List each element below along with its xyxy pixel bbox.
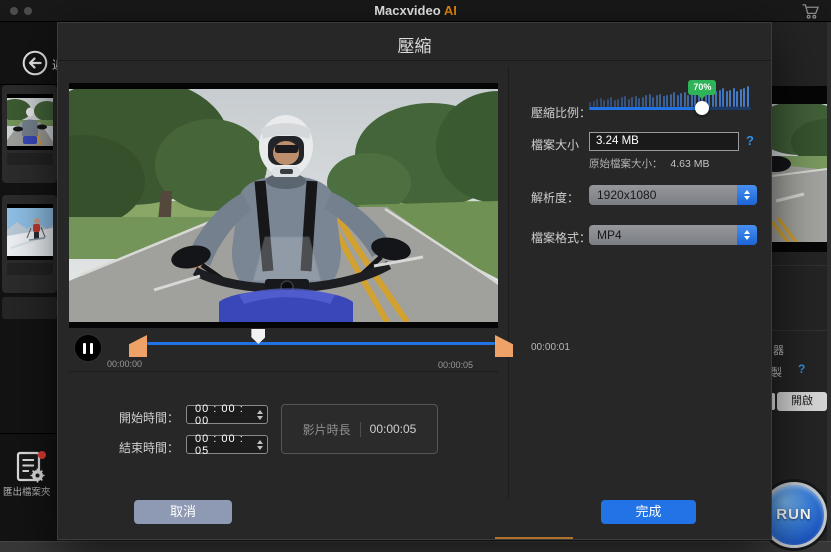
resolution-label: 解析度：: [531, 189, 579, 206]
end-time-value: 00 : 00 : 05: [195, 433, 257, 457]
dialog-column-divider: [508, 67, 509, 499]
panel-divider: [772, 330, 828, 331]
resolution-value: 1920x1080: [589, 188, 656, 202]
original-size-value: 4.63 MB: [670, 158, 709, 170]
bottom-bar: [0, 541, 831, 552]
duration-value: 00:00:05: [370, 422, 417, 436]
file-size-label: 檔案大小: [531, 136, 579, 153]
compress-dialog: 壓縮: [57, 22, 772, 540]
help-icon[interactable]: ?: [798, 362, 805, 376]
slider-track[interactable]: [589, 107, 751, 110]
start-time-label: 開始時間：: [119, 409, 179, 426]
slider-ticks: [589, 87, 755, 107]
back-button[interactable]: [22, 50, 48, 76]
thumbnail-partial-card: [2, 297, 57, 319]
cancel-button[interactable]: 取消: [134, 500, 232, 524]
start-time-value: 00 : 00 : 00: [195, 403, 257, 427]
thumbnail-info-strip: [7, 153, 53, 165]
progress-accent-line: [495, 537, 573, 539]
trim-end-handle[interactable]: [495, 335, 513, 357]
file-size-input[interactable]: 3.24 MB: [589, 132, 739, 151]
end-time-stepper[interactable]: 00 : 00 : 05: [186, 435, 268, 454]
done-button[interactable]: 完成: [601, 500, 696, 524]
video-thumbnail-motorcycle[interactable]: [2, 85, 57, 183]
trim-end-time: 00:00:05: [438, 360, 473, 370]
thumbnail-info-strip: [7, 263, 53, 275]
settings-fragment-top: 器: [773, 342, 784, 358]
pause-icon: [83, 343, 86, 354]
pause-icon: [90, 343, 93, 354]
timeline-track[interactable]: [147, 329, 495, 357]
slider-thumb[interactable]: [695, 101, 709, 115]
video-thumbnail-ski[interactable]: [2, 195, 57, 293]
timeline-progress: [147, 342, 495, 345]
window-edge: [827, 22, 831, 541]
slider-fill: [589, 107, 702, 110]
dialog-title: 壓縮: [58, 32, 771, 57]
current-time: 00:00:01: [531, 342, 570, 353]
original-size-label: 原始檔案大小：: [589, 158, 663, 170]
app-title-text: Macxvideo: [374, 3, 440, 18]
original-size-line: 原始檔案大小： 4.63 MB: [589, 156, 710, 171]
start-time-stepper[interactable]: 00 : 00 : 00: [186, 405, 268, 424]
duration-divider: [360, 422, 361, 437]
stepper-updown-icon[interactable]: [257, 410, 263, 420]
export-folder-label: 匯出檔案夾: [3, 484, 51, 498]
ratio-label: 壓縮比例：: [531, 104, 591, 121]
dialog-header-divider: [58, 60, 771, 61]
titlebar: Macxvideo AI: [0, 0, 831, 22]
format-label: 檔案格式：: [531, 229, 591, 246]
ratio-slider[interactable]: 70%: [589, 81, 751, 125]
main-preview-fragment: [772, 86, 828, 252]
notification-dot: [38, 451, 46, 459]
help-icon[interactable]: ?: [746, 133, 754, 148]
format-dropdown[interactable]: MP4: [589, 225, 757, 245]
open-toggle-button[interactable]: 開啟: [777, 392, 827, 411]
panel-divider: [772, 265, 828, 266]
video-preview: [69, 83, 498, 328]
export-folder-icon[interactable]: [12, 450, 52, 488]
dropdown-chevrons-icon: [737, 185, 757, 205]
cart-icon[interactable]: [801, 3, 821, 20]
timeline[interactable]: 00:00:00 00:00:05 00:00:01: [129, 329, 513, 381]
sidebar-divider: [0, 433, 57, 434]
app-window: Macxvideo AI 返回: [0, 0, 831, 552]
trim-start-handle[interactable]: [129, 335, 147, 357]
duration-label: 影片時長: [303, 421, 351, 438]
app-title-accent: AI: [444, 3, 457, 18]
ski-thumb-image: [7, 204, 53, 260]
ratio-tooltip: 70%: [688, 80, 716, 95]
stepper-updown-icon[interactable]: [257, 440, 263, 450]
format-value: MP4: [589, 228, 622, 242]
duration-box: 影片時長 00:00:05: [281, 404, 438, 454]
pause-button[interactable]: [74, 334, 102, 362]
app-title: Macxvideo AI: [0, 3, 831, 18]
timeline-divider: [69, 371, 498, 372]
motorcycle-thumb-image: [7, 94, 53, 150]
trim-start-time: 00:00:00: [107, 359, 142, 369]
end-time-label: 結束時間：: [119, 439, 179, 456]
resolution-dropdown[interactable]: 1920x1080: [589, 185, 757, 205]
dropdown-chevrons-icon: [737, 225, 757, 245]
